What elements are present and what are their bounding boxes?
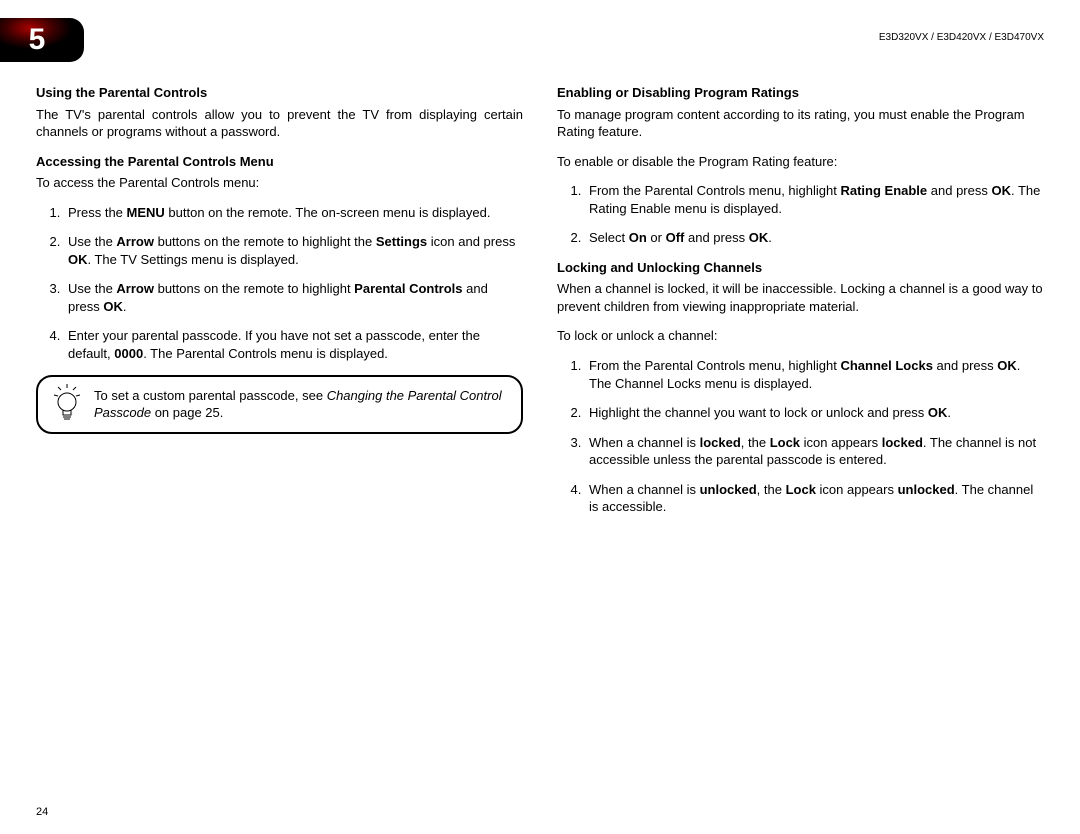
step-1: From the Parental Controls menu, highlig…	[585, 357, 1044, 392]
step-2: Select On or Off and press OK.	[585, 229, 1044, 247]
lightbulb-icon	[52, 384, 82, 424]
heading-using-parental-controls: Using the Parental Controls	[36, 84, 523, 102]
heading-locking-channels: Locking and Unlocking Channels	[557, 259, 1044, 277]
step-4: Enter your parental passcode. If you hav…	[64, 327, 523, 362]
page-number: 24	[36, 806, 48, 818]
page-content: Using the Parental Controls The TV's par…	[36, 84, 1044, 794]
chapter-badge: 5	[0, 18, 84, 62]
heading-accessing-menu: Accessing the Parental Controls Menu	[36, 153, 523, 171]
intro-locking-channels: When a channel is locked, it will be ina…	[557, 280, 1044, 315]
intro-parental-controls: The TV's parental controls allow you to …	[36, 106, 523, 141]
tip-box: To set a custom parental passcode, see C…	[36, 375, 523, 434]
step-4: When a channel is unlocked, the Lock ico…	[585, 481, 1044, 516]
right-column: Enabling or Disabling Program Ratings To…	[557, 84, 1044, 794]
intro-program-ratings: To manage program content according to i…	[557, 106, 1044, 141]
model-numbers: E3D320VX / E3D420VX / E3D470VX	[879, 32, 1044, 43]
lead-access-menu: To access the Parental Controls menu:	[36, 174, 523, 192]
left-column: Using the Parental Controls The TV's par…	[36, 84, 523, 794]
step-1: From the Parental Controls menu, highlig…	[585, 182, 1044, 217]
steps-program-ratings: From the Parental Controls menu, highlig…	[557, 182, 1044, 247]
step-1: Press the MENU button on the remote. The…	[64, 204, 523, 222]
heading-program-ratings: Enabling or Disabling Program Ratings	[557, 84, 1044, 102]
tip-text: To set a custom parental passcode, see C…	[94, 388, 502, 421]
step-2: Use the Arrow buttons on the remote to h…	[64, 233, 523, 268]
step-2: Highlight the channel you want to lock o…	[585, 404, 1044, 422]
step-3: When a channel is locked, the Lock icon …	[585, 434, 1044, 469]
lead-locking-channels: To lock or unlock a channel:	[557, 327, 1044, 345]
step-3: Use the Arrow buttons on the remote to h…	[64, 280, 523, 315]
lead-program-ratings: To enable or disable the Program Rating …	[557, 153, 1044, 171]
steps-locking-channels: From the Parental Controls menu, highlig…	[557, 357, 1044, 516]
chapter-number: 5	[0, 18, 74, 62]
steps-access-menu: Press the MENU button on the remote. The…	[36, 204, 523, 363]
